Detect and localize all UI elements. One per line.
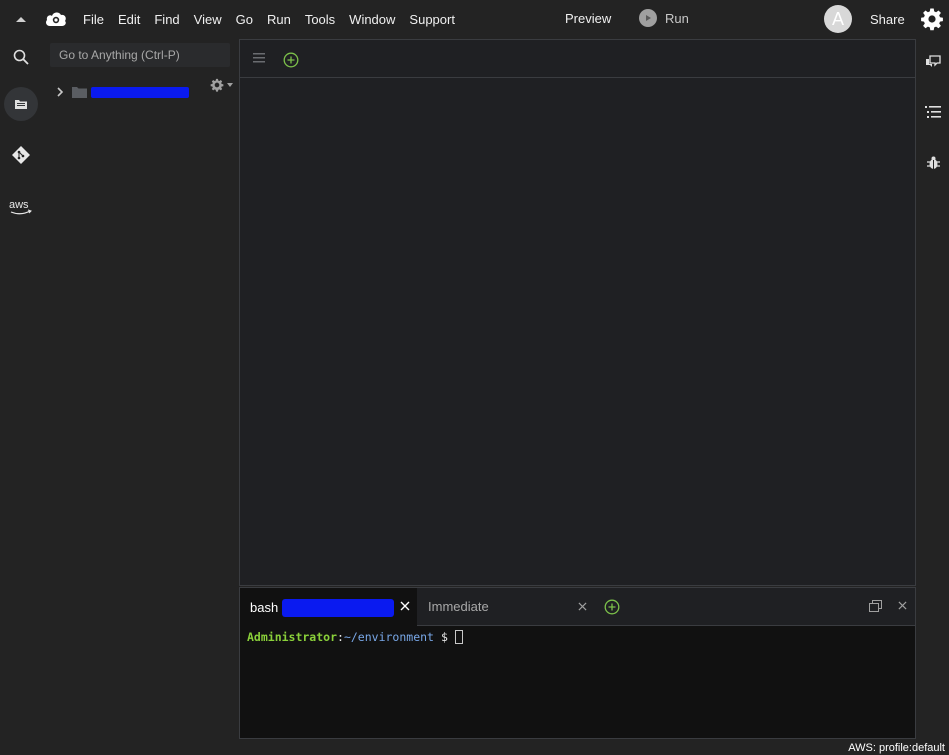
editor-tab-bar — [240, 40, 915, 78]
menu-tools[interactable]: Tools — [305, 12, 344, 27]
run-label: Run — [665, 10, 689, 26]
close-panel-icon[interactable] — [898, 601, 907, 610]
svg-text:aws: aws — [9, 199, 29, 211]
avatar[interactable]: A — [824, 5, 852, 33]
terminal-cursor[interactable] — [454, 630, 463, 644]
prompt-symbol: $ — [440, 630, 448, 644]
files-icon — [15, 100, 27, 109]
chevron-right-icon[interactable] — [56, 87, 64, 97]
menu-edit[interactable]: Edit — [118, 12, 149, 27]
goto-anything-input[interactable]: Go to Anything (Ctrl-P) — [50, 43, 230, 67]
menu-file[interactable]: File — [83, 12, 113, 27]
prompt-user: Administrator — [247, 630, 338, 644]
collapse-menu-icon[interactable] — [12, 12, 30, 26]
environment-button[interactable] — [4, 87, 38, 121]
gear-icon — [210, 78, 224, 92]
terminal-pane[interactable]: bash Immediate Administrator : ~/environ… — [239, 587, 916, 739]
redacted-folder-name — [91, 86, 189, 98]
menu-find[interactable]: Find — [154, 12, 188, 27]
tab-bash[interactable]: bash — [240, 588, 417, 627]
right-sidebar — [916, 38, 949, 738]
share-button[interactable]: Share — [870, 12, 905, 27]
popout-icon[interactable] — [869, 600, 882, 613]
caret-down-icon — [227, 83, 233, 87]
search-icon — [13, 49, 29, 65]
folder-icon — [72, 87, 87, 98]
run-button[interactable]: Run — [639, 9, 689, 27]
chat-icon — [926, 55, 941, 67]
menu-go[interactable]: Go — [236, 12, 262, 27]
gear-icon[interactable] — [920, 7, 944, 31]
hamburger-menu-icon[interactable] — [253, 53, 265, 63]
tab-bash-label: bash — [250, 600, 279, 615]
debugger-button[interactable] — [924, 154, 942, 172]
add-tab-icon[interactable] — [604, 599, 620, 615]
preview-button[interactable]: Preview — [565, 11, 611, 26]
redacted-tab-title — [282, 598, 395, 617]
cloud9-logo-icon[interactable] — [44, 8, 68, 30]
tab-immediate[interactable]: Immediate — [428, 599, 489, 614]
menu-view[interactable]: View — [194, 12, 231, 27]
menu-bar: File Edit Find View Go Run Tools Window … — [0, 0, 949, 38]
terminal-prompt: Administrator : ~/environment $ — [247, 630, 463, 644]
source-control-button[interactable] — [4, 138, 38, 172]
menu-run[interactable]: Run — [267, 12, 300, 27]
editor-pane[interactable] — [239, 39, 916, 586]
prompt-colon: : — [337, 630, 344, 644]
menu-window[interactable]: Window — [349, 12, 404, 27]
outline-button[interactable] — [924, 103, 942, 121]
outline-list-icon — [925, 106, 941, 118]
git-icon — [12, 146, 30, 164]
add-tab-icon[interactable] — [283, 52, 299, 68]
aws-icon: aws — [9, 199, 32, 215]
prompt-path: ~/environment — [343, 630, 434, 644]
aws-profile-status[interactable]: AWS: profile:default — [848, 742, 945, 754]
play-icon — [639, 9, 657, 27]
close-icon[interactable] — [400, 601, 410, 611]
aws-button[interactable]: aws — [4, 190, 38, 224]
bug-icon — [926, 156, 940, 169]
file-explorer: Go to Anything (Ctrl-P) — [42, 38, 238, 755]
collaborate-button[interactable] — [924, 53, 942, 71]
menu-support[interactable]: Support — [409, 12, 464, 27]
close-icon[interactable] — [578, 602, 587, 611]
menu-list: File Edit Find View Go Run Tools Window … — [83, 0, 469, 38]
terminal-tab-bar: bash Immediate — [240, 588, 915, 627]
search-button[interactable] — [4, 40, 38, 74]
activity-bar: aws — [0, 38, 42, 755]
tree-settings-button[interactable] — [210, 78, 234, 92]
tree-root-folder[interactable] — [56, 83, 189, 101]
